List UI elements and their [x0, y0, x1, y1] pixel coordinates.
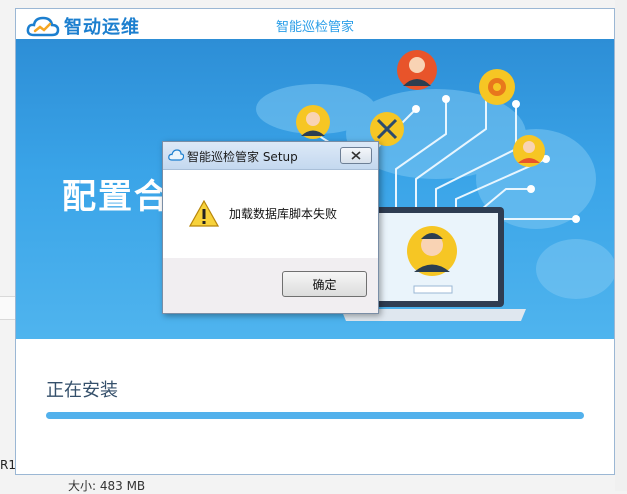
background-row [0, 296, 15, 320]
background-window-edge [0, 0, 15, 491]
person-avatar-icon [513, 135, 545, 167]
close-icon [351, 151, 361, 160]
install-progress-fill [46, 412, 584, 419]
background-size-label: 大小: 483 MB [68, 479, 146, 493]
install-progress-bar [46, 412, 584, 419]
banner-title: 配置合 [62, 177, 170, 217]
window-title: 智能巡检管家 [275, 20, 354, 35]
woman-avatar-icon [296, 105, 330, 139]
setup-error-dialog: 智能巡检管家 Setup 加载数据库脚本失败 确定 [162, 141, 379, 314]
dialog-message: 加载数据库脚本失败 [229, 207, 338, 221]
install-status-text: 正在安装 [46, 380, 118, 401]
dialog-footer: 确定 [163, 258, 378, 313]
warning-icon [189, 200, 219, 227]
dialog-titlebar[interactable]: 智能巡检管家 Setup [163, 142, 378, 170]
dialog-title: 智能巡检管家 Setup [187, 150, 298, 164]
user-avatar-icon [397, 50, 437, 90]
cloud-app-icon [168, 149, 184, 161]
dialog-body: 加载数据库脚本失败 [163, 170, 378, 258]
install-status-area: 正在安装 [16, 339, 614, 474]
ok-button[interactable]: 确定 [282, 271, 367, 297]
installer-titlebar[interactable]: 智动运维 智能巡检管家 [16, 9, 614, 39]
background-window-edge-right [615, 0, 627, 491]
gear-icon [479, 69, 515, 105]
dialog-close-button[interactable] [340, 147, 372, 164]
